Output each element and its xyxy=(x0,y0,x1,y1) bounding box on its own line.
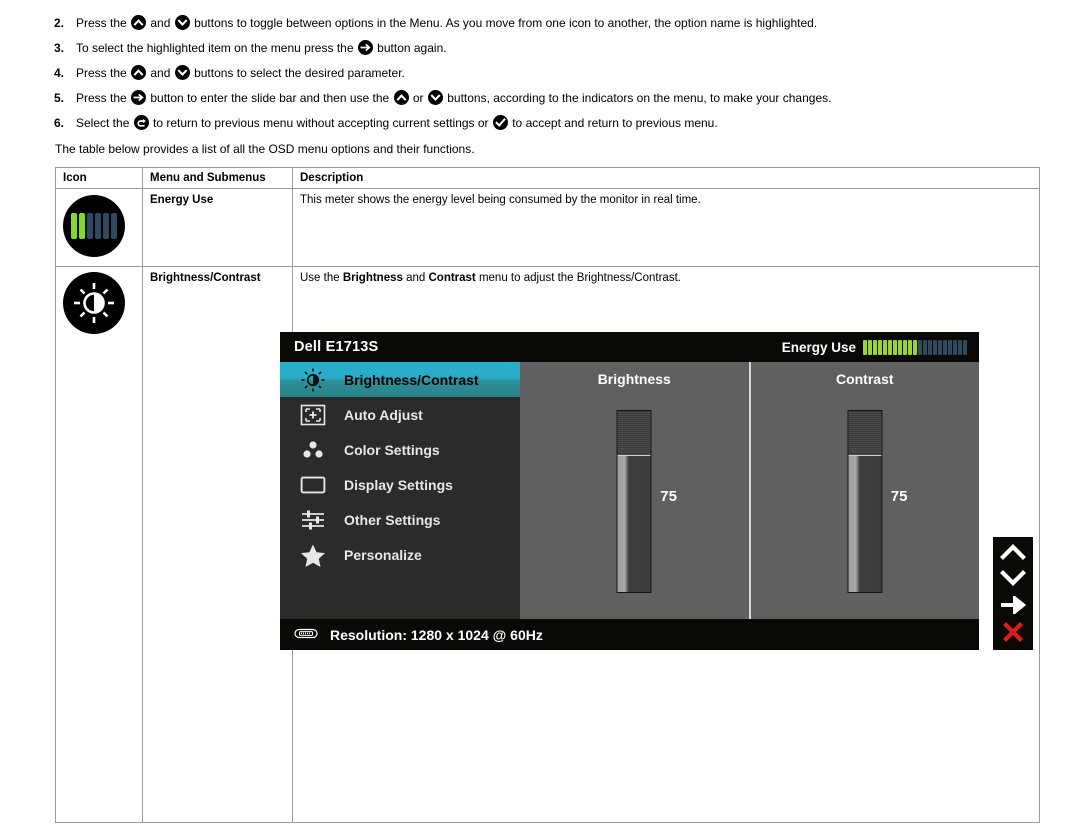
energy-use-icon xyxy=(63,195,125,257)
osd-menu-item-color-settings[interactable]: Color Settings xyxy=(280,432,520,467)
chevron-up-key-icon xyxy=(131,65,147,80)
chevron-up-key-icon xyxy=(131,15,147,30)
osd-menu-item-display-settings[interactable]: Display Settings xyxy=(280,467,520,502)
nav-up-button[interactable] xyxy=(999,541,1027,565)
close-x-icon xyxy=(1001,620,1025,647)
table-intro-text: The table below provides a list of all t… xyxy=(55,142,475,156)
osd-nav-button-strip xyxy=(993,537,1033,650)
other-settings-icon xyxy=(300,509,344,531)
step-number: 4. xyxy=(53,66,64,80)
instruction-step: 5. Press the button to enter the slide ba… xyxy=(50,89,1060,107)
color-settings-icon xyxy=(300,439,344,461)
osd-menu-item-label: Display Settings xyxy=(344,476,453,493)
osd-menu-list: Brightness/Contrast Auto Adjust Color Se… xyxy=(280,362,520,619)
step-number: 5. xyxy=(53,91,64,105)
chevron-down-key-icon xyxy=(174,65,190,80)
brightness-contrast-icon xyxy=(63,272,125,334)
contrast-slider[interactable] xyxy=(847,410,883,593)
chevron-down-key-icon xyxy=(174,15,190,30)
slider-fill xyxy=(848,456,882,592)
table-header-row: Icon Menu and Submenus Description xyxy=(55,167,1040,189)
step-text: Press the button to enter the slide bar … xyxy=(76,90,832,105)
step-number: 6. xyxy=(53,116,64,130)
step-text: Press the and buttons to toggle between … xyxy=(76,15,818,30)
step-text: To select the highlighted item on the me… xyxy=(76,40,447,55)
osd-energy-label: Energy Use xyxy=(781,339,856,355)
osd-titlebar: Dell E1713S Energy Use xyxy=(280,332,979,362)
brightness-slider[interactable] xyxy=(616,410,652,593)
nav-enter-button[interactable] xyxy=(999,594,1027,619)
osd-window: Dell E1713S Energy Use Brightness/Contra… xyxy=(280,332,979,650)
osd-menu-item-label: Brightness/Contrast xyxy=(344,371,479,388)
cell-description-energy-use: This meter shows the energy level being … xyxy=(292,188,1040,267)
osd-menu-item-label: Other Settings xyxy=(344,511,441,528)
osd-menu-item-other-settings[interactable]: Other Settings xyxy=(280,502,520,537)
table-header-icon: Icon xyxy=(55,167,143,189)
vga-connector-icon xyxy=(294,627,318,643)
brightness-value: 75 xyxy=(660,488,677,505)
osd-menu-item-personalize[interactable]: Personalize xyxy=(280,537,520,572)
auto-adjust-icon xyxy=(300,404,344,426)
osd-pane-brightness: Brightness 75 xyxy=(520,362,749,619)
cell-menu-brightness-contrast: Brightness/Contrast xyxy=(142,266,293,823)
osd-pane-contrast: Contrast 75 xyxy=(748,362,980,619)
slider-fill xyxy=(617,456,651,592)
instruction-step: 6. Select the to return to previous menu … xyxy=(50,114,1060,132)
cell-icon-brightness-contrast xyxy=(55,266,143,823)
osd-model-label: Dell E1713S xyxy=(294,339,379,355)
instruction-step: 3. To select the highlighted item on the … xyxy=(50,39,1060,57)
chevron-down-icon xyxy=(1000,570,1026,590)
osd-adjust-panes: Brightness 75 Contrast 75 xyxy=(520,362,979,619)
step-number: 2. xyxy=(53,16,64,30)
step-number: 3. xyxy=(53,41,64,55)
osd-energy-bars xyxy=(863,339,967,355)
osd-footer: Resolution: 1280 x 1024 @ 60Hz xyxy=(280,619,979,650)
chevron-up-icon xyxy=(1000,543,1026,563)
cell-menu-energy-use: Energy Use xyxy=(142,188,293,267)
nav-down-button[interactable] xyxy=(999,568,1027,592)
chevron-down-key-icon xyxy=(427,90,443,105)
step-text: Press the and buttons to select the desi… xyxy=(76,65,405,80)
instruction-steps: 2. Press the and buttons to toggle betwee… xyxy=(50,14,1060,139)
slider-empty-track xyxy=(848,411,882,457)
table-header-menu: Menu and Submenus xyxy=(142,167,293,189)
osd-pane-title: Contrast xyxy=(835,371,894,387)
nav-exit-button[interactable] xyxy=(999,622,1027,646)
arrow-right-key-icon xyxy=(131,90,147,105)
cell-icon-energy-use xyxy=(55,188,143,267)
osd-menu-item-auto-adjust[interactable]: Auto Adjust xyxy=(280,397,520,432)
instruction-step: 4. Press the and buttons to select the de… xyxy=(50,64,1060,82)
osd-pane-title: Brightness xyxy=(597,371,671,387)
instruction-step: 2. Press the and buttons to toggle betwee… xyxy=(50,14,1060,32)
personalize-star-icon xyxy=(300,543,344,567)
arrow-right-key-icon xyxy=(357,40,373,55)
osd-body: Brightness/Contrast Auto Adjust Color Se… xyxy=(280,362,979,619)
slider-empty-track xyxy=(617,411,651,457)
brightness-contrast-icon xyxy=(300,367,344,393)
contrast-value: 75 xyxy=(890,488,908,505)
osd-energy-meter: Energy Use xyxy=(781,339,967,355)
back-arrow-key-icon xyxy=(133,115,149,130)
check-key-icon xyxy=(492,115,508,130)
table-row: Energy Use This meter shows the energy l… xyxy=(55,188,1040,267)
osd-menu-item-brightness-contrast[interactable]: Brightness/Contrast xyxy=(280,362,520,397)
osd-menu-item-label: Auto Adjust xyxy=(344,406,423,423)
step-text: Select the to return to previous menu wi… xyxy=(76,115,718,130)
arrow-right-icon xyxy=(1000,594,1027,617)
display-settings-icon xyxy=(300,475,344,495)
osd-menu-item-label: Personalize xyxy=(344,546,422,563)
table-header-description: Description xyxy=(292,167,1040,189)
osd-resolution-label: Resolution: 1280 x 1024 @ 60Hz xyxy=(330,626,543,643)
osd-menu-item-label: Color Settings xyxy=(344,441,440,458)
chevron-up-key-icon xyxy=(393,90,409,105)
